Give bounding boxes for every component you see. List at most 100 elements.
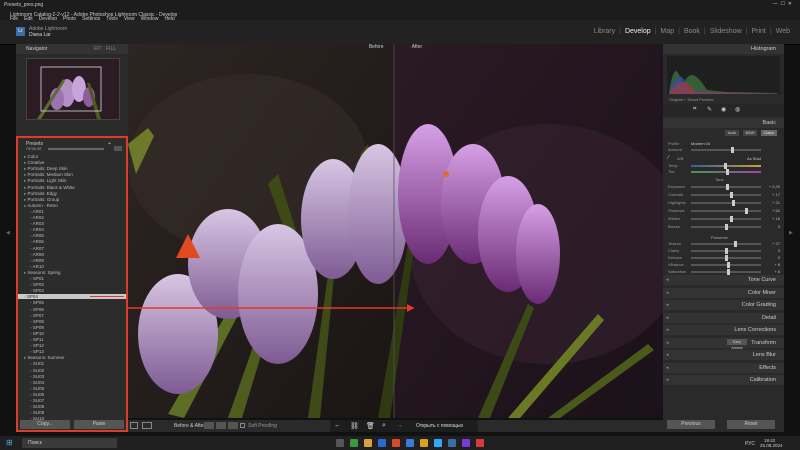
slider-knob[interactable] (726, 184, 729, 190)
panel-header-color-grading[interactable]: ◂ Color Grading (663, 300, 784, 310)
photoshop-icon[interactable] (434, 439, 442, 447)
slider-knob[interactable] (725, 224, 728, 230)
previous-button[interactable]: Previous (667, 420, 715, 429)
slider-value[interactable]: + 0,20 (769, 184, 780, 189)
slider-value[interactable]: 0 (778, 224, 780, 229)
right-panel-toggle-icon[interactable]: ▶ (789, 230, 793, 236)
eyedropper-icon[interactable]: ⁄ (668, 155, 669, 161)
adjustment-slider[interactable] (691, 255, 761, 261)
preset-item[interactable]: ▫ SP12 (30, 343, 44, 348)
preset-item[interactable]: ▫ SP13 (30, 349, 44, 354)
preset-group[interactable]: ▸ Portraits: Black & White (24, 185, 75, 190)
preset-group[interactable]: ▸ Seasons: Summer (24, 355, 65, 360)
window-controls[interactable]: — ☐ ✕ (773, 1, 792, 7)
module-web[interactable]: Web (776, 28, 790, 35)
preset-group[interactable]: ▸ Portraits: Medium Skin (24, 172, 73, 177)
compare-view-icon[interactable] (142, 422, 152, 429)
preset-item[interactable]: ▫ SU03 (30, 374, 44, 379)
treatment-color-button[interactable]: Color (761, 130, 777, 136)
slider-knob[interactable] (730, 216, 733, 222)
preset-item[interactable]: ▫ AR09 (30, 258, 44, 263)
preset-item[interactable]: ▫ SU07 (30, 398, 44, 403)
panel-header-color-mixer[interactable]: ◂ Color Mixer (663, 287, 784, 298)
lightroom-icon[interactable] (448, 439, 456, 447)
photo-preview[interactable] (128, 44, 663, 418)
module-slideshow[interactable]: Slideshow (710, 28, 742, 35)
preset-group[interactable]: ▸ Portraits: Edgy (24, 191, 57, 196)
slider-knob[interactable] (734, 241, 737, 247)
navigator-header[interactable]: Navigator FIT FILL (16, 44, 128, 54)
app-icon[interactable] (462, 439, 470, 447)
preset-item[interactable]: ▫ SP10 (30, 331, 44, 336)
preset-item[interactable]: ▫ AR10 (30, 264, 44, 269)
panel-header-lens-corrections[interactable]: ◂ Lens Corrections (663, 325, 784, 335)
soft-proofing-checkbox[interactable] (240, 423, 245, 428)
before-after-mode-icon[interactable] (204, 422, 214, 429)
preset-item[interactable]: ▫ SP02 (30, 282, 44, 287)
preset-item[interactable]: ▫ SP01 (30, 276, 44, 281)
preset-item[interactable]: ▫ SU08 (30, 404, 44, 409)
clock-date[interactable]: 25.08.2024 (760, 443, 783, 448)
zoom-fit[interactable]: FIT (94, 46, 102, 52)
masking-icon[interactable]: ◍ (735, 106, 740, 113)
office-icon[interactable] (392, 439, 400, 447)
module-develop[interactable]: Develop (625, 28, 651, 35)
treatment-bw-button[interactable]: B&W (743, 130, 757, 136)
adjustment-slider[interactable] (691, 224, 761, 230)
panel-header-transform[interactable]: ◂ Transform (663, 337, 784, 348)
module-library[interactable]: Library (594, 28, 615, 35)
preset-item[interactable]: ▫ SP07 (30, 313, 44, 318)
panel-header-lens-blur[interactable]: ◂ Lens Blur (663, 350, 784, 360)
panel-header-detail[interactable]: ◂ Detail (663, 312, 784, 323)
preset-group[interactable]: ▸ Portraits: Group (24, 197, 59, 202)
preset-item[interactable]: ▫ AR05 (30, 233, 44, 238)
adjustment-slider[interactable] (691, 241, 761, 247)
adjustment-slider[interactable] (691, 269, 761, 275)
preset-group[interactable]: ▸ Portraits: Light Skin (24, 178, 67, 183)
link-icon[interactable]: ⛓ (350, 422, 359, 430)
preset-item[interactable]: ▫ SU04 (30, 380, 44, 385)
edge-icon[interactable] (378, 439, 386, 447)
module-book[interactable]: Book (684, 28, 700, 35)
reset-button[interactable]: Reset (727, 420, 775, 429)
slider-value[interactable]: + 21 (772, 200, 780, 205)
zoom-icon[interactable]: ⌕ (382, 422, 386, 430)
preset-item[interactable]: ▫ SP06 (30, 307, 44, 312)
slider-value[interactable]: + 8 (774, 269, 780, 274)
preset-group[interactable]: ▸ Color (24, 154, 38, 159)
back-arrow-icon[interactable]: ← (334, 422, 341, 429)
yandex-icon[interactable] (476, 439, 484, 447)
slider-knob[interactable] (730, 192, 733, 198)
basic-header[interactable]: Basic (663, 118, 784, 128)
preset-item[interactable]: ▫ SU01 (30, 361, 44, 366)
preset-item[interactable]: ▫ AR02 (30, 215, 44, 220)
adjustment-slider[interactable] (691, 208, 761, 214)
navigator-thumbnail[interactable] (26, 58, 120, 120)
preset-item[interactable]: ▫ SU05 (30, 386, 44, 391)
preset-amount-slider[interactable] (48, 148, 104, 150)
adjustment-slider[interactable] (691, 248, 761, 254)
preset-item[interactable]: ▫ AR07 (30, 246, 44, 251)
trash-icon[interactable]: 🗑 (366, 422, 375, 430)
heal-icon[interactable]: ✎ (707, 106, 712, 113)
temp-slider[interactable] (691, 163, 761, 169)
module-print[interactable]: Print (751, 28, 765, 35)
word-icon[interactable] (406, 439, 414, 447)
preset-item[interactable]: ▫ SP03 (30, 288, 44, 293)
taskbar-search-input[interactable]: Поиск (22, 438, 117, 448)
preset-item[interactable]: ▫ AR08 (30, 252, 44, 257)
open-with-label[interactable]: Открыть с помощью (416, 423, 463, 429)
histogram-header[interactable]: Histogram (663, 44, 784, 54)
preset-item[interactable]: ▫ SP11 (30, 337, 44, 342)
slider-value[interactable]: + 8 (774, 262, 780, 267)
preset-item[interactable]: ▫ SU09 (30, 410, 44, 415)
copy-settings-icon[interactable] (228, 422, 238, 429)
slider-value[interactable]: + 17 (772, 192, 780, 197)
amount-value[interactable] (114, 146, 122, 151)
slider-value[interactable]: 0 (778, 255, 780, 260)
windows-start-icon[interactable]: ⊞ (6, 438, 13, 447)
preset-group[interactable]: ▸ Autumn - Retro (24, 203, 58, 208)
loupe-view-icon[interactable] (130, 422, 138, 429)
left-panel-toggle-icon[interactable]: ◀ (6, 230, 10, 236)
preset-item[interactable]: ▫ AR03 (30, 221, 44, 226)
